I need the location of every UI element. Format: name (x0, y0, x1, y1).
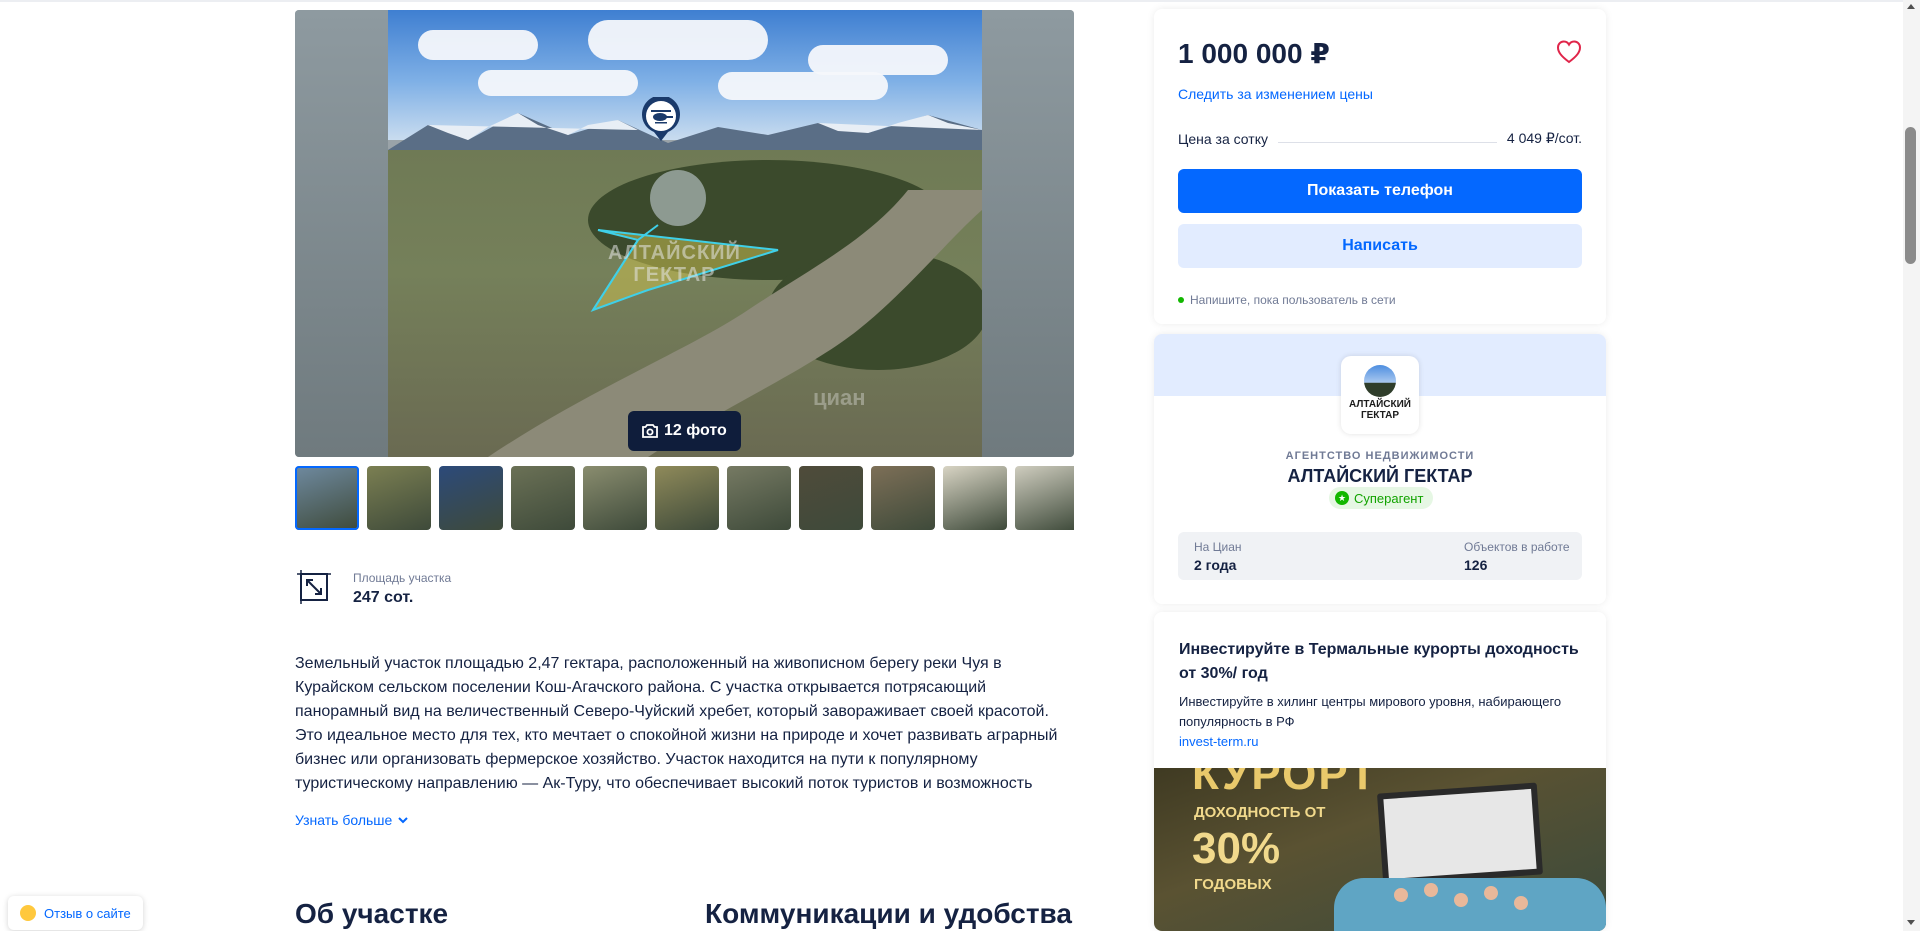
ad-image-sub: ДОХОДНОСТЬ ОТ (1194, 804, 1326, 821)
per-sotka-value: 4 049 ₽/сот. (1506, 130, 1582, 146)
stat-on-cian: На Циан 2 года (1194, 540, 1242, 573)
stat-value: 126 (1464, 557, 1488, 573)
smile-icon (20, 905, 36, 921)
price-value: 1 000 000 ₽ (1178, 38, 1330, 69)
write-message-button[interactable]: Написать (1178, 224, 1582, 268)
about-section-title: Об участке (295, 898, 449, 929)
online-status: Напишите, пока пользователь в сети (1178, 293, 1396, 307)
dotted-leader (1277, 135, 1497, 143)
photo-watermark: АЛТАЙСКИЙ ГЕКТАР (608, 242, 741, 286)
ad-person-graphic (1454, 893, 1468, 907)
ad-screen-graphic (1376, 782, 1544, 886)
gallery-thumbnail[interactable] (295, 466, 359, 530)
online-text: Напишите, пока пользователь в сети (1190, 293, 1396, 307)
logo-text-line: ГЕКТАР (1360, 410, 1400, 421)
agent-card: АЛТАЙСКИЙ ГЕКТАР АГЕНТСТВО НЕДВИЖИМОСТИ … (1154, 334, 1606, 604)
gallery-thumbnail[interactable] (871, 466, 935, 530)
gallery-thumbnail[interactable] (655, 466, 719, 530)
ad-image-sub2: ГОДОВЫХ (1194, 876, 1272, 893)
scroll-up-arrow-icon[interactable] (1907, 4, 1915, 9)
ad-banner[interactable]: Инвестируйте в Термальные курорты доходн… (1154, 612, 1606, 931)
stat-value: 2 года (1194, 557, 1237, 573)
area-text: Площадь участка 247 сот. (353, 568, 451, 607)
agency-logo[interactable]: АЛТАЙСКИЙ ГЕКТАР (1341, 356, 1419, 434)
ad-text: Инвестируйте в хилинг центры мирового ур… (1179, 694, 1562, 729)
superagent-label: Суперагент (1354, 490, 1424, 506)
agency-type: АГЕНТСТВО НЕДВИЖИМОСТИ (1285, 450, 1475, 462)
site-feedback-button[interactable]: Отзыв о сайте (8, 896, 143, 930)
show-phone-button[interactable]: Показать телефон (1178, 169, 1582, 213)
stat-objects: Объектов в работе 126 (1464, 540, 1570, 573)
ad-person-graphic (1514, 896, 1528, 910)
price-card: 1 000 000 ₽ Следить за изменением цены Ц… (1154, 9, 1606, 324)
photo-count-label: 12 фото (664, 422, 727, 439)
scroll-down-arrow-icon[interactable] (1907, 920, 1915, 925)
agent-stats: На Циан 2 года Объектов в работе 126 (1178, 532, 1582, 580)
online-dot-icon (1178, 297, 1184, 303)
agency-logo-text: АЛТАЙСКИЙ ГЕКТАР (1341, 399, 1419, 421)
star-icon: ★ (1335, 491, 1349, 505)
gallery-thumbnail[interactable] (799, 466, 863, 530)
area-feature: Площадь участка 247 сот. (295, 568, 451, 607)
area-value: 247 сот. (353, 589, 414, 606)
ad-image-big: 30% (1192, 824, 1281, 873)
description-text: Земельный участок площадью 2,47 гектара,… (295, 655, 1058, 792)
watermark-line: АЛТАЙСКИЙ (608, 242, 741, 264)
stat-label: Объектов в работе (1464, 540, 1570, 554)
watermark-line: ГЕКТАР (633, 264, 716, 286)
gallery-thumbnail[interactable] (511, 466, 575, 530)
ad-link[interactable]: invest-term.ru (1179, 734, 1258, 749)
follow-price-link[interactable]: Следить за изменением цены (1178, 86, 1373, 102)
area-label: Площадь участка (353, 571, 452, 585)
gallery-thumbnail[interactable] (1015, 466, 1074, 530)
gallery-blur-right (982, 10, 1074, 457)
area-icon (297, 570, 331, 604)
listing-page: АЛТАЙСКИЙ ГЕКТАР циан 12 фото Площадь уч… (0, 0, 1920, 931)
price-per-sotka-row: Цена за сотку 4 049 ₽/сот. (1178, 130, 1582, 147)
ad-pool-graphic (1334, 878, 1606, 931)
ad-image[interactable]: КУРОРТ ДОХОДНОСТЬ ОТ 30% ГОДОВЫХ (1154, 768, 1606, 931)
photo-gallery[interactable]: АЛТАЙСКИЙ ГЕКТАР циан 12 фото (295, 10, 1074, 457)
logo-text-line: АЛТАЙСКИЙ (1349, 399, 1411, 410)
top-divider (0, 0, 1903, 2)
favorite-heart-icon[interactable] (1556, 39, 1582, 65)
ad-person-graphic (1484, 886, 1498, 900)
ad-person-graphic (1424, 883, 1438, 897)
helicopter-pin-icon (642, 97, 680, 141)
utilities-section-title: Коммуникации и удобства (705, 898, 1072, 929)
per-sotka-label: Цена за сотку (1178, 130, 1268, 147)
agency-name[interactable]: АЛТАЙСКИЙ ГЕКТАР (1154, 466, 1606, 487)
gallery-thumbnail[interactable] (367, 466, 431, 530)
river-graphic (488, 190, 982, 457)
gallery-thumbnail[interactable] (583, 466, 647, 530)
ad-title[interactable]: Инвестируйте в Термальные курорты доходн… (1179, 638, 1589, 686)
photo-count-button[interactable]: 12 фото (628, 411, 741, 451)
logo-watermark-icon (650, 170, 706, 226)
ad-image-word: КУРОРТ (1192, 768, 1378, 799)
ad-person-graphic (1394, 888, 1408, 902)
agency-logo-emblem-icon (1364, 365, 1396, 397)
gallery-thumbnail[interactable] (727, 466, 791, 530)
gallery-thumbnail[interactable] (439, 466, 503, 530)
gallery-thumbnail[interactable] (943, 466, 1007, 530)
feedback-label: Отзыв о сайте (44, 905, 131, 921)
superagent-badge: ★ Суперагент (1329, 487, 1434, 509)
show-more-label: Узнать больше (295, 812, 393, 828)
cian-watermark: циан (813, 385, 866, 410)
main-photo[interactable]: АЛТАЙСКИЙ ГЕКТАР циан (388, 10, 982, 457)
stat-label: На Циан (1194, 540, 1242, 554)
thumbnail-strip[interactable] (295, 466, 1074, 530)
scrollbar-thumb[interactable] (1905, 127, 1916, 264)
show-more-link[interactable]: Узнать больше (295, 812, 409, 828)
camera-icon (642, 424, 658, 438)
chevron-down-icon (398, 816, 409, 823)
gallery-blur-left (295, 10, 388, 457)
